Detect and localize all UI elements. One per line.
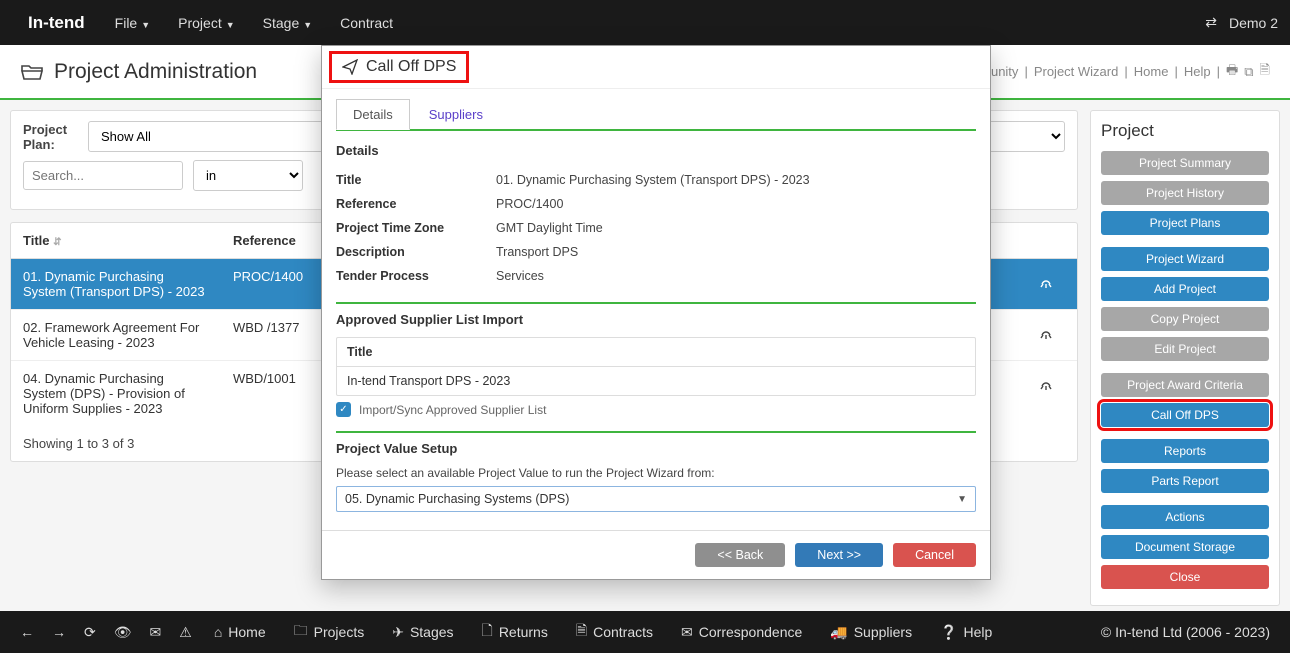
asl-card: Title In-tend Transport DPS - 2023 — [336, 337, 976, 396]
nav-project[interactable]: Project▼ — [164, 3, 249, 43]
bottombar-icons: ← → ⟳ 👁 ✉ ⚠ — [20, 624, 192, 641]
modal-body: Details Suppliers Details Title01. Dynam… — [322, 89, 990, 530]
asl-import-checkbox[interactable]: ✓ — [336, 402, 351, 417]
topnav-right: ⇄ Demo 2 — [1205, 14, 1278, 31]
modal-tabs: Details Suppliers — [336, 99, 976, 131]
bottom-home[interactable]: ⌂Home — [214, 620, 266, 644]
bottom-correspondence[interactable]: ✉Correspondence — [681, 620, 802, 644]
topnav-left: In-tend File▼ Project▼ Stage▼ Contract — [12, 3, 407, 43]
modal-title: Call Off DPS — [332, 54, 466, 80]
arrow-left-icon[interactable]: ← — [20, 624, 34, 640]
chevron-down-icon: ▼ — [957, 494, 967, 505]
file-icon: 🗋 — [482, 620, 493, 644]
bottombar-left: ← → ⟳ 👁 ✉ ⚠ ⌂Home 🗀Projects ✈Stages 🗋Return… — [20, 620, 992, 644]
mail-icon[interactable]: ✉ — [150, 624, 162, 641]
pv-instruction: Please select an available Project Value… — [336, 466, 976, 480]
copyright: © In-tend Ltd (2006 - 2023) — [1101, 624, 1270, 640]
call-off-dps-modal: Call Off DPS Details Suppliers Details T… — [321, 45, 991, 580]
swap-icon[interactable]: ⇄ — [1205, 14, 1217, 31]
brand: In-tend — [12, 13, 101, 33]
tab-suppliers[interactable]: Suppliers — [412, 99, 500, 129]
details-heading: Details — [336, 143, 976, 158]
bottom-stages[interactable]: ✈Stages — [392, 620, 453, 644]
back-button[interactable]: << Back — [695, 543, 785, 567]
nav-stage[interactable]: Stage▼ — [249, 3, 327, 43]
home-icon: ⌂ — [214, 624, 222, 640]
top-navbar: In-tend File▼ Project▼ Stage▼ Contract ⇄… — [0, 0, 1290, 45]
nav-file[interactable]: File▼ — [101, 3, 164, 43]
send-icon: ✈ — [392, 624, 404, 641]
bottom-help[interactable]: ❔Help — [940, 620, 992, 644]
chevron-down-icon: ▼ — [226, 20, 235, 30]
folder-icon: 🗀 — [294, 620, 308, 644]
arrow-right-icon[interactable]: → — [52, 624, 66, 640]
user-label[interactable]: Demo 2 — [1229, 15, 1278, 31]
asl-import-checkbox-row: ✓ Import/Sync Approved Supplier List — [336, 402, 976, 417]
send-icon — [342, 59, 358, 75]
nav-contract[interactable]: Contract — [326, 3, 407, 43]
next-button[interactable]: Next >> — [795, 543, 883, 567]
alert-icon[interactable]: ⚠ — [179, 624, 192, 641]
chevron-down-icon: ▼ — [141, 20, 150, 30]
project-value-select[interactable]: 05. Dynamic Purchasing Systems (DPS) ▼ — [336, 486, 976, 512]
eye-off-icon[interactable]: 👁 — [114, 624, 132, 641]
bottom-returns[interactable]: 🗋Returns — [482, 620, 548, 644]
cancel-button[interactable]: Cancel — [893, 543, 976, 567]
help-icon: ❔ — [940, 624, 957, 641]
truck-icon: 🚚 — [830, 624, 847, 641]
pv-heading: Project Value Setup — [336, 441, 976, 456]
mail-icon: ✉ — [681, 624, 693, 641]
doc-icon: 🗎 — [576, 620, 587, 644]
chevron-down-icon: ▼ — [303, 20, 312, 30]
modal-header: Call Off DPS — [322, 46, 990, 89]
tab-details[interactable]: Details — [336, 99, 410, 130]
bottom-bar: ← → ⟳ 👁 ✉ ⚠ ⌂Home 🗀Projects ✈Stages 🗋Return… — [0, 611, 1290, 653]
modal-footer: << Back Next >> Cancel — [322, 530, 990, 579]
bottom-projects[interactable]: 🗀Projects — [294, 620, 365, 644]
refresh-icon[interactable]: ⟳ — [84, 624, 96, 641]
asl-heading: Approved Supplier List Import — [336, 312, 976, 327]
bottom-contracts[interactable]: 🗎Contracts — [576, 620, 653, 644]
bottom-suppliers[interactable]: 🚚Suppliers — [830, 620, 912, 644]
modal-backdrop: Call Off DPS Details Suppliers Details T… — [0, 45, 1290, 653]
